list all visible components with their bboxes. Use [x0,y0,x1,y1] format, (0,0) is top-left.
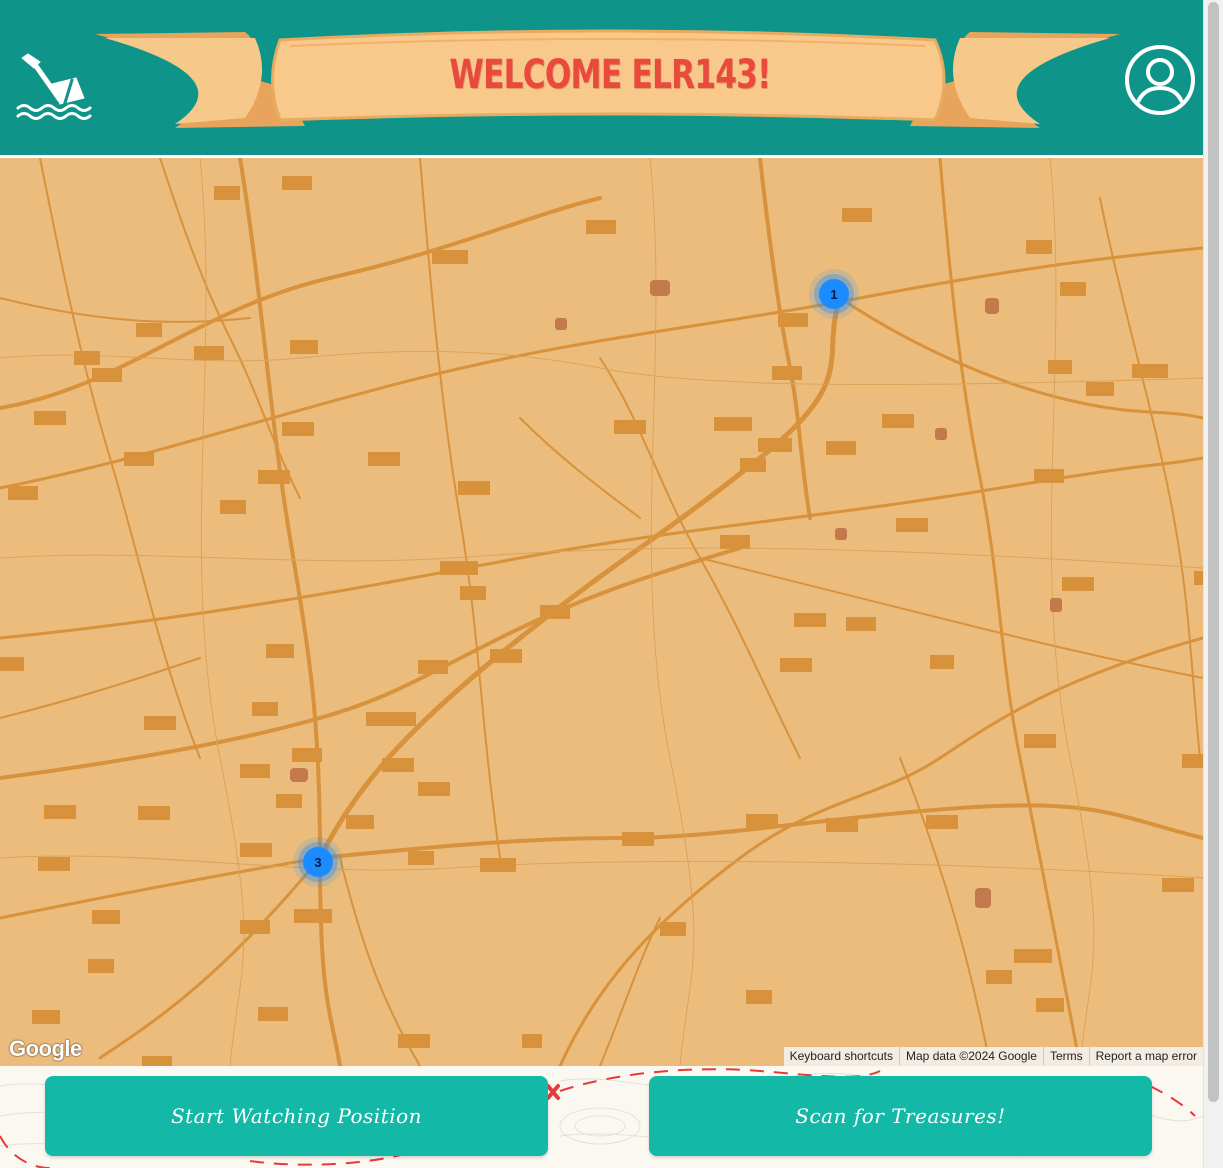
map-roads [0,158,1203,1066]
user-profile-icon[interactable] [1124,44,1196,116]
map-data-text: Map data ©2024 Google [899,1047,1043,1066]
shipwreck-icon [16,53,92,120]
terms-link[interactable]: Terms [1042,1047,1089,1066]
scrollbar-thumb[interactable] [1208,2,1219,1102]
treasure-cluster-marker[interactable]: 3 [303,847,333,877]
app-header: WELCOME ELR143! [0,0,1203,155]
page-title: WELCOME ELR143! [449,52,771,98]
report-map-error-link[interactable]: Report a map error [1088,1047,1203,1066]
keyboard-shortcuts-link[interactable]: Keyboard shortcuts [784,1047,899,1066]
treasure-map[interactable]: 1 3 Google Keyboard shortcuts Map data ©… [0,158,1203,1066]
scan-for-treasures-button[interactable]: Scan for Treasures! [649,1076,1152,1156]
start-watching-position-button[interactable]: Start Watching Position [45,1076,548,1156]
google-logo[interactable]: Google [9,1036,82,1062]
treasure-cluster-marker[interactable]: 1 [819,279,849,309]
action-footer: Start Watching Position Scan for Treasur… [0,1066,1203,1168]
page-scrollbar[interactable] [1203,0,1223,1168]
map-attribution: Keyboard shortcuts Map data ©2024 Google… [783,1047,1203,1066]
